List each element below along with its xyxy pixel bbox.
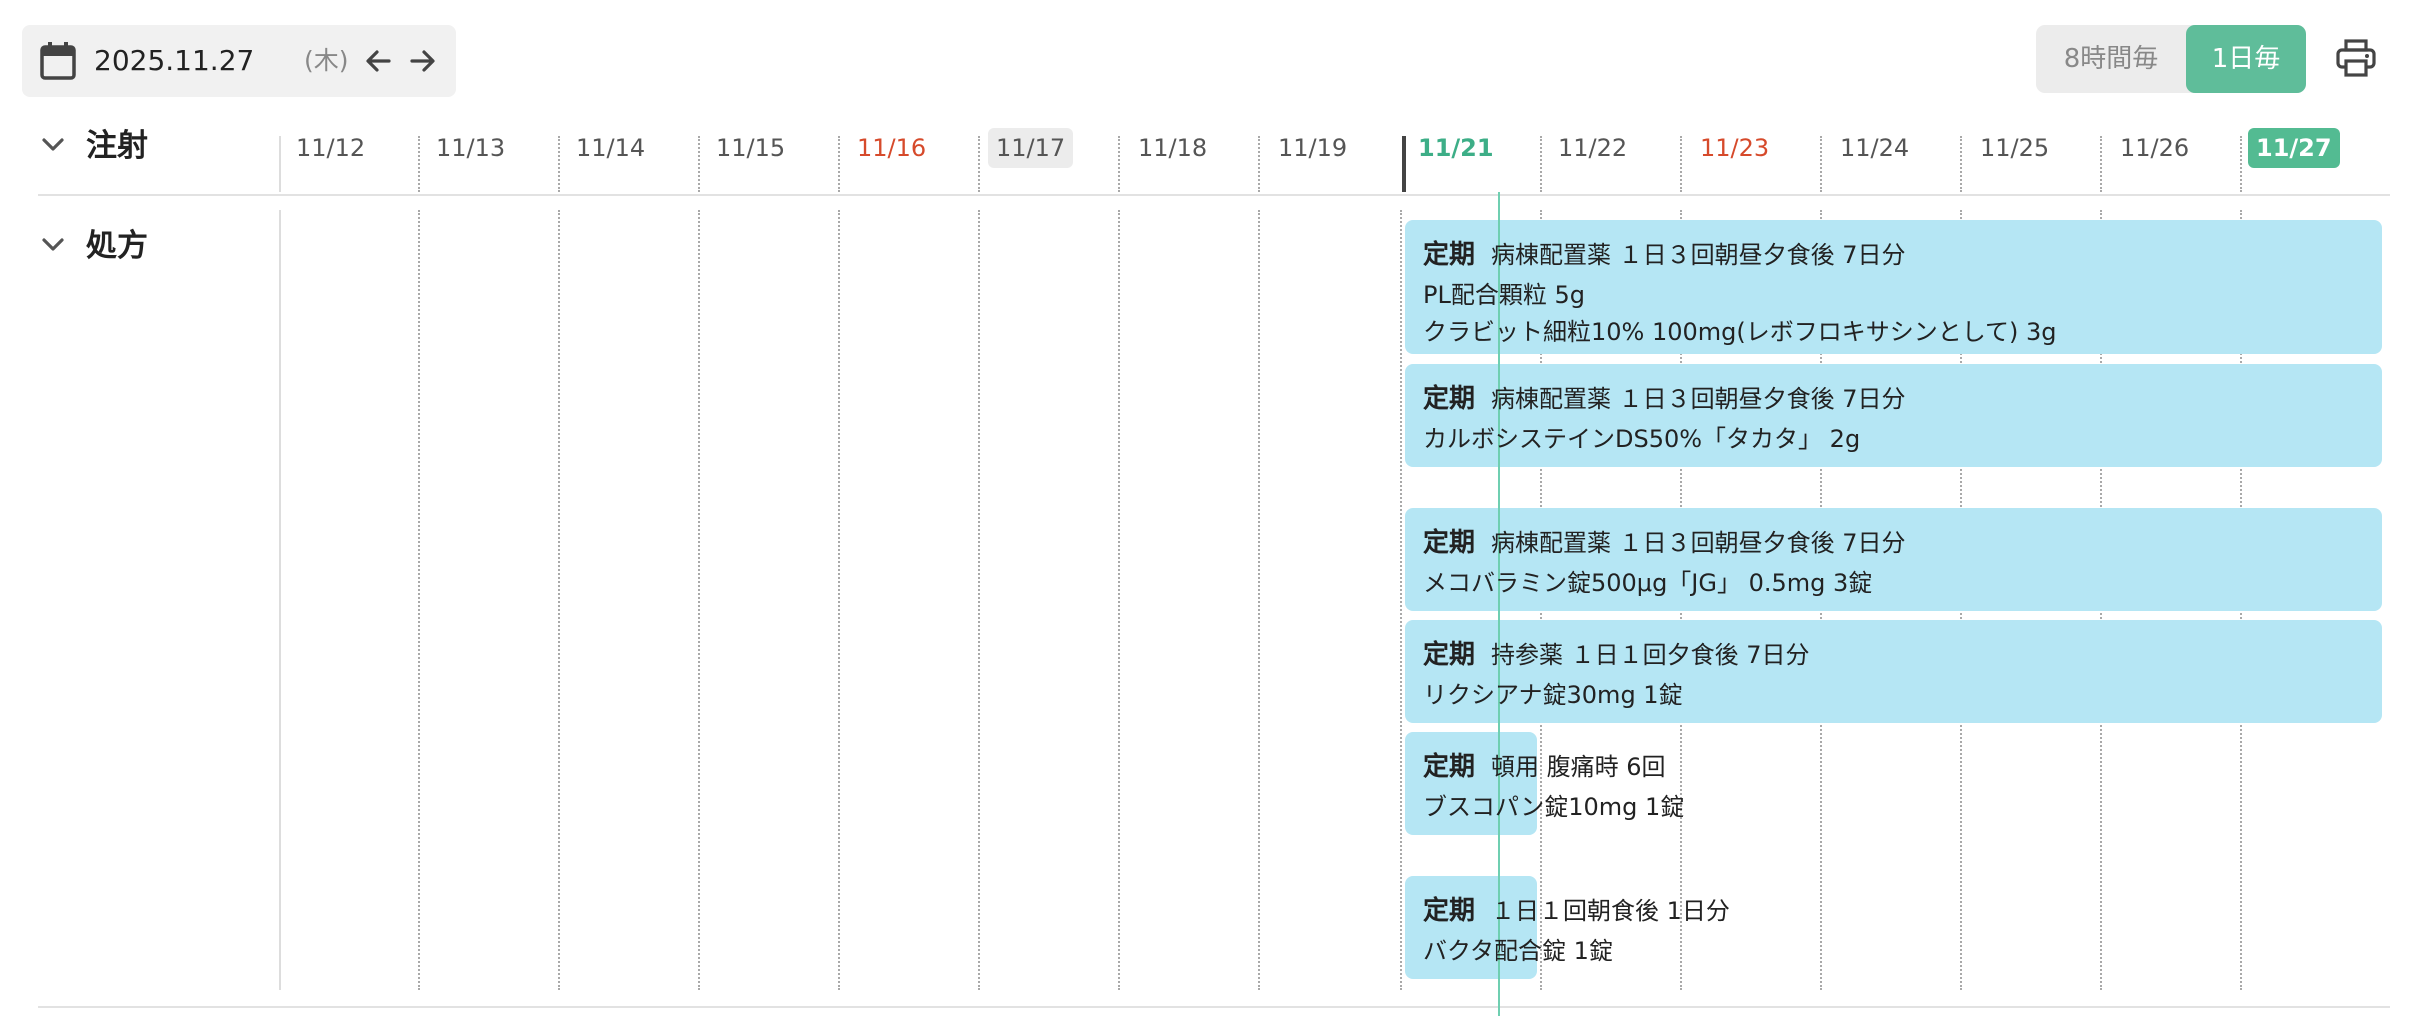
drug-line: PL配合顆粒 5g — [1423, 281, 1585, 309]
prescription-kind: 定期 — [1423, 752, 1476, 782]
previous-date-arrow-icon[interactable] — [359, 41, 399, 81]
column-separator — [418, 136, 420, 192]
prescription-entry: 定期 病棟配置薬 １日３回朝昼夕食後 7日分 カルボシステインDS50%「タカタ」… — [1423, 378, 1906, 454]
prescription-instruction: １日１回朝食後 1日分 — [1491, 897, 1730, 925]
column-separator — [558, 136, 560, 192]
date-column-header: 11/13 — [436, 134, 506, 162]
prescription-section-title: 処方 — [86, 228, 148, 264]
prescription-entry: 定期 持参薬 １日１回夕食後 7日分 リクシアナ錠30mg 1錠 — [1423, 634, 1810, 710]
label-column-divider — [279, 136, 281, 192]
print-icon[interactable] — [2335, 38, 2377, 78]
date-column-header: 11/22 — [1558, 134, 1628, 162]
column-separator — [2240, 136, 2242, 192]
column-separator — [698, 136, 700, 192]
column-separator — [1680, 136, 1682, 192]
date-column-header: 11/12 — [296, 134, 366, 162]
column-separator — [698, 210, 700, 990]
date-picker[interactable]: 2025.11.27 (木) — [22, 25, 456, 97]
date-column-header-today: 11/21 — [1418, 134, 1494, 162]
date-column-header-highlighted: 11/17 — [988, 128, 1074, 168]
interval-toggle[interactable]: 8時間毎 1日毎 — [2036, 25, 2306, 93]
prescription-entry: 定期 １日１回朝食後 1日分 バクタ配合錠 1錠 — [1423, 890, 1730, 966]
prescription-kind: 定期 — [1423, 640, 1476, 670]
date-column-header: 11/14 — [576, 134, 646, 162]
date-column-header: 11/24 — [1840, 134, 1910, 162]
column-separator — [1118, 136, 1120, 192]
column-separator — [2100, 136, 2102, 192]
column-separator — [1258, 136, 1260, 192]
column-separator — [838, 136, 840, 192]
column-separator — [1820, 136, 1822, 192]
column-separator — [1400, 210, 1402, 990]
column-separator — [1118, 210, 1120, 990]
prescription-instruction: 頓用 腹痛時 6回 — [1491, 753, 1666, 781]
prescription-kind: 定期 — [1423, 384, 1476, 414]
drug-line: カルボシステインDS50%「タカタ」 2g — [1423, 425, 1861, 453]
calendar-icon[interactable] — [39, 41, 77, 81]
next-date-arrow-icon[interactable] — [402, 41, 442, 81]
date-column-header: 11/18 — [1138, 134, 1208, 162]
prescription-entry: 定期 病棟配置薬 １日３回朝昼夕食後 7日分 PL配合顆粒 5g クラビット細粒1… — [1423, 234, 2057, 347]
prescription-kind: 定期 — [1423, 528, 1476, 558]
prescription-kind: 定期 — [1423, 240, 1476, 270]
chevron-down-icon[interactable] — [36, 128, 70, 162]
drug-line: メコバラミン錠500μg「JG」 0.5mg 3錠 — [1423, 569, 1873, 597]
prescription-instruction: 病棟配置薬 １日３回朝昼夕食後 7日分 — [1491, 529, 1906, 557]
prescription-kind: 定期 — [1423, 896, 1476, 926]
today-marker — [1402, 136, 1406, 192]
column-separator — [1960, 136, 1962, 192]
prescription-instruction: 病棟配置薬 １日３回朝昼夕食後 7日分 — [1491, 241, 1906, 269]
column-separator — [558, 210, 560, 990]
date-column-header: 11/15 — [716, 134, 786, 162]
column-separator — [978, 210, 980, 990]
date-column-header-holiday: 11/16 — [857, 134, 927, 162]
date-column-header: 11/19 — [1278, 134, 1348, 162]
date-column-header-holiday: 11/23 — [1700, 134, 1770, 162]
column-separator — [1258, 210, 1260, 990]
column-separator — [978, 136, 980, 192]
column-separator — [418, 210, 420, 990]
chevron-down-icon[interactable] — [36, 228, 70, 262]
label-column-divider — [279, 210, 281, 990]
column-separator — [838, 210, 840, 990]
bottom-divider — [38, 1006, 2390, 1008]
drug-line: ブスコパン錠10mg 1錠 — [1423, 793, 1685, 821]
drug-line: リクシアナ錠30mg 1錠 — [1423, 681, 1683, 709]
header-divider — [38, 194, 2390, 196]
prescription-instruction: 持参薬 １日１回夕食後 7日分 — [1491, 641, 1810, 669]
date-column-header: 11/25 — [1980, 134, 2050, 162]
date-column-header: 11/26 — [2120, 134, 2190, 162]
current-date[interactable]: 2025.11.27 — [94, 42, 254, 80]
drug-line: クラビット細粒10% 100mg(レボフロキサシンとして) 3g — [1423, 318, 2057, 346]
mode-8-hours-button[interactable]: 8時間毎 — [2036, 25, 2186, 93]
current-weekday: (木) — [304, 46, 349, 75]
column-separator — [1540, 136, 1542, 192]
date-column-header-selected[interactable]: 11/27 — [2248, 128, 2340, 168]
prescription-entry: 定期 病棟配置薬 １日３回朝昼夕食後 7日分 メコバラミン錠500μg「JG」 0… — [1423, 522, 1906, 598]
drug-line: バクタ配合錠 1錠 — [1423, 937, 1613, 965]
mode-1-day-button[interactable]: 1日毎 — [2186, 25, 2306, 93]
prescription-instruction: 病棟配置薬 １日３回朝昼夕食後 7日分 — [1491, 385, 1906, 413]
prescription-entry: 定期 頓用 腹痛時 6回 ブスコパン錠10mg 1錠 — [1423, 746, 1684, 822]
injection-section-title: 注射 — [86, 128, 148, 164]
